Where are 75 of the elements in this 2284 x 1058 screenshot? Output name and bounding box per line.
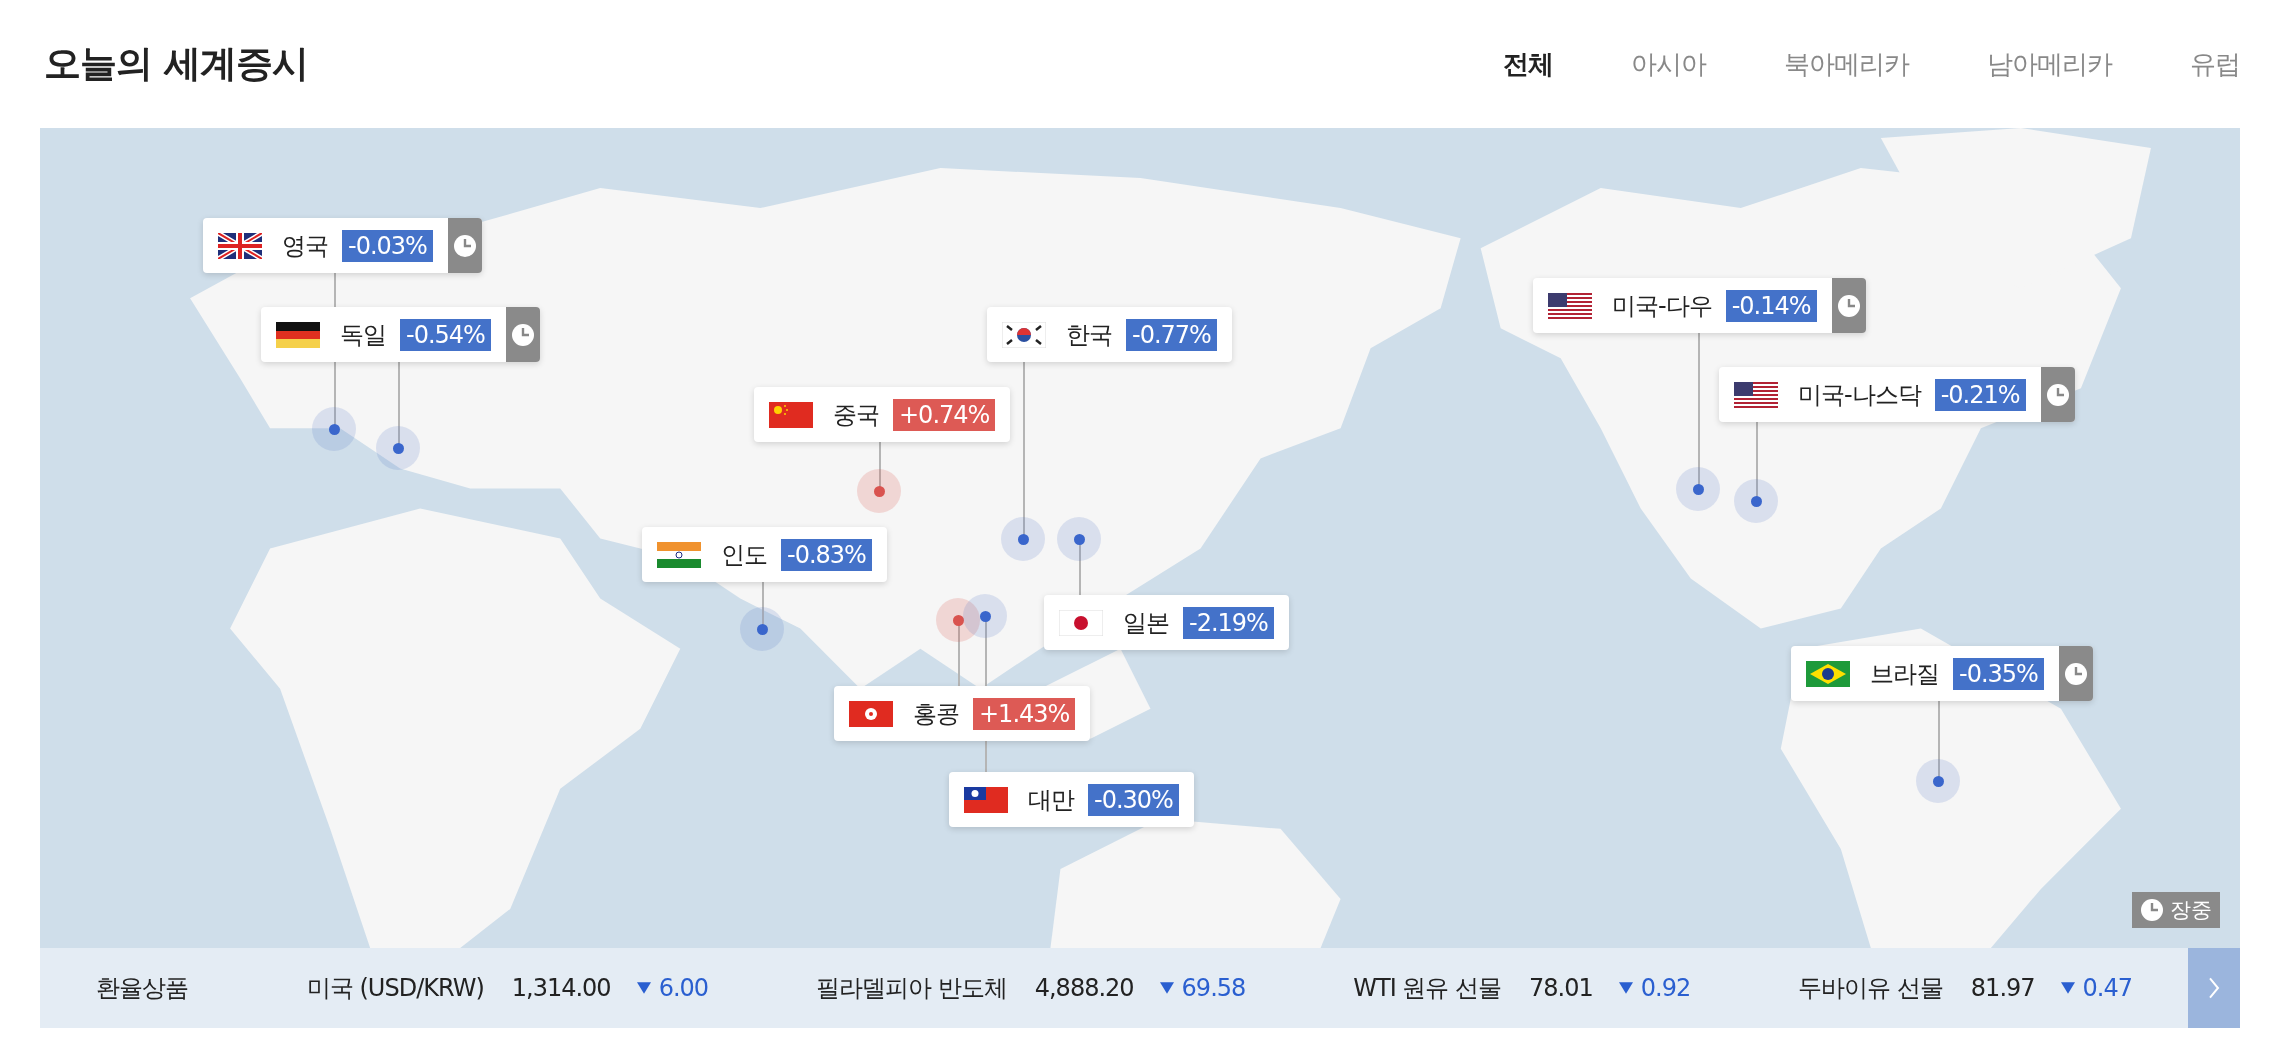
market-card[interactable]: 영국 -0.03% [203,218,482,273]
change-value: -0.35% [1953,657,2044,690]
flag-icon [769,401,813,428]
ticker-name: WTI 원유 선물 [1353,973,1502,1004]
market-card[interactable]: 홍콩 +1.43% [834,686,1091,741]
location-dot[interactable] [376,426,420,470]
ticker-value: 78.01 [1529,974,1593,1002]
market-name: 대만 [1028,784,1074,816]
flag-icon [1002,321,1046,348]
region-tab[interactable]: 전체 [1503,46,1553,82]
market-card[interactable]: 중국 +0.74% [754,387,1011,442]
ticker-value: 81.97 [1970,974,2035,1002]
region-tab[interactable]: 북아메리카 [1784,46,1909,82]
location-dot[interactable] [857,469,901,513]
location-dot[interactable] [1734,479,1778,523]
change-value: -0.54% [400,318,491,351]
market-card[interactable]: 인도 -0.83% [642,527,887,582]
market-card[interactable]: 미국-다우 -0.14% [1533,278,1866,333]
flag-icon [964,786,1008,813]
location-dot[interactable] [1916,759,1960,803]
location-dot[interactable] [1001,517,1045,561]
ticker-change: 0.47 [2082,974,2132,1002]
ticker-name: 필라델피아 반도체 [816,973,1007,1004]
market-card[interactable]: 미국-나스닥 -0.21% [1719,367,2075,422]
change-value: -0.14% [1725,289,1817,322]
change-value: -0.83% [781,538,872,571]
market-name: 독일 [340,319,386,351]
market-card[interactable]: 대만 -0.30% [949,772,1194,827]
market-name: 일본 [1123,607,1169,639]
page-title: 오늘의 세계증시 [43,41,308,87]
location-dot[interactable] [312,407,356,451]
market-name: 인도 [721,539,767,571]
market-card[interactable]: 일본 -2.19% [1044,595,1289,650]
market-name: 홍콩 [913,698,959,730]
location-dot[interactable] [740,607,784,651]
legend-label: 장중 [2170,897,2212,924]
market-card[interactable]: 브라질 -0.35% [1791,646,2093,701]
market-name: 미국-나스닥 [1798,379,1921,411]
flag-icon [849,700,893,727]
ticker-change: 0.92 [1640,974,1691,1002]
ticker-name: 미국 (USD/KRW) [306,973,484,1004]
location-dot[interactable] [1676,467,1720,511]
flag-icon [1734,381,1778,408]
market-name: 미국-다우 [1612,290,1712,322]
flag-icon [1806,660,1850,687]
flag-icon [276,321,320,348]
region-tab[interactable]: 아시아 [1631,46,1706,82]
flag-icon [1548,292,1592,319]
ticker-value: 1,314.00 [511,974,611,1002]
location-dot[interactable] [963,594,1007,638]
market-name: 영국 [282,230,328,262]
change-value: -0.21% [1934,378,2026,411]
flag-icon [657,541,701,568]
market-card[interactable]: 독일 -0.54% [261,307,540,362]
location-dot[interactable] [1057,517,1101,561]
change-value: +1.43% [973,697,1076,730]
market-name: 중국 [833,399,879,431]
change-value: -0.30% [1088,783,1179,816]
change-value: -0.77% [1126,318,1217,351]
ticker-name: 두바이유 선물 [1798,973,1943,1004]
ticker-change: 6.00 [658,974,709,1002]
flag-icon [218,232,262,259]
ticker-value: 4,888.20 [1034,974,1134,1002]
change-value: -0.03% [342,229,433,262]
region-tab[interactable]: 유럽 [2190,46,2240,82]
ticker-label: 환율상품 [96,973,189,1004]
market-name: 브라질 [1870,658,1939,690]
region-tab[interactable]: 남아메리카 [1987,46,2112,82]
flag-icon [1059,609,1103,636]
clock-icon [2140,898,2164,922]
change-value: +0.74% [893,398,996,431]
market-name: 한국 [1066,319,1112,351]
ticker-change: 69.58 [1181,974,1246,1002]
market-card[interactable]: 한국 -0.77% [987,307,1232,362]
change-value: -2.19% [1183,606,1274,639]
